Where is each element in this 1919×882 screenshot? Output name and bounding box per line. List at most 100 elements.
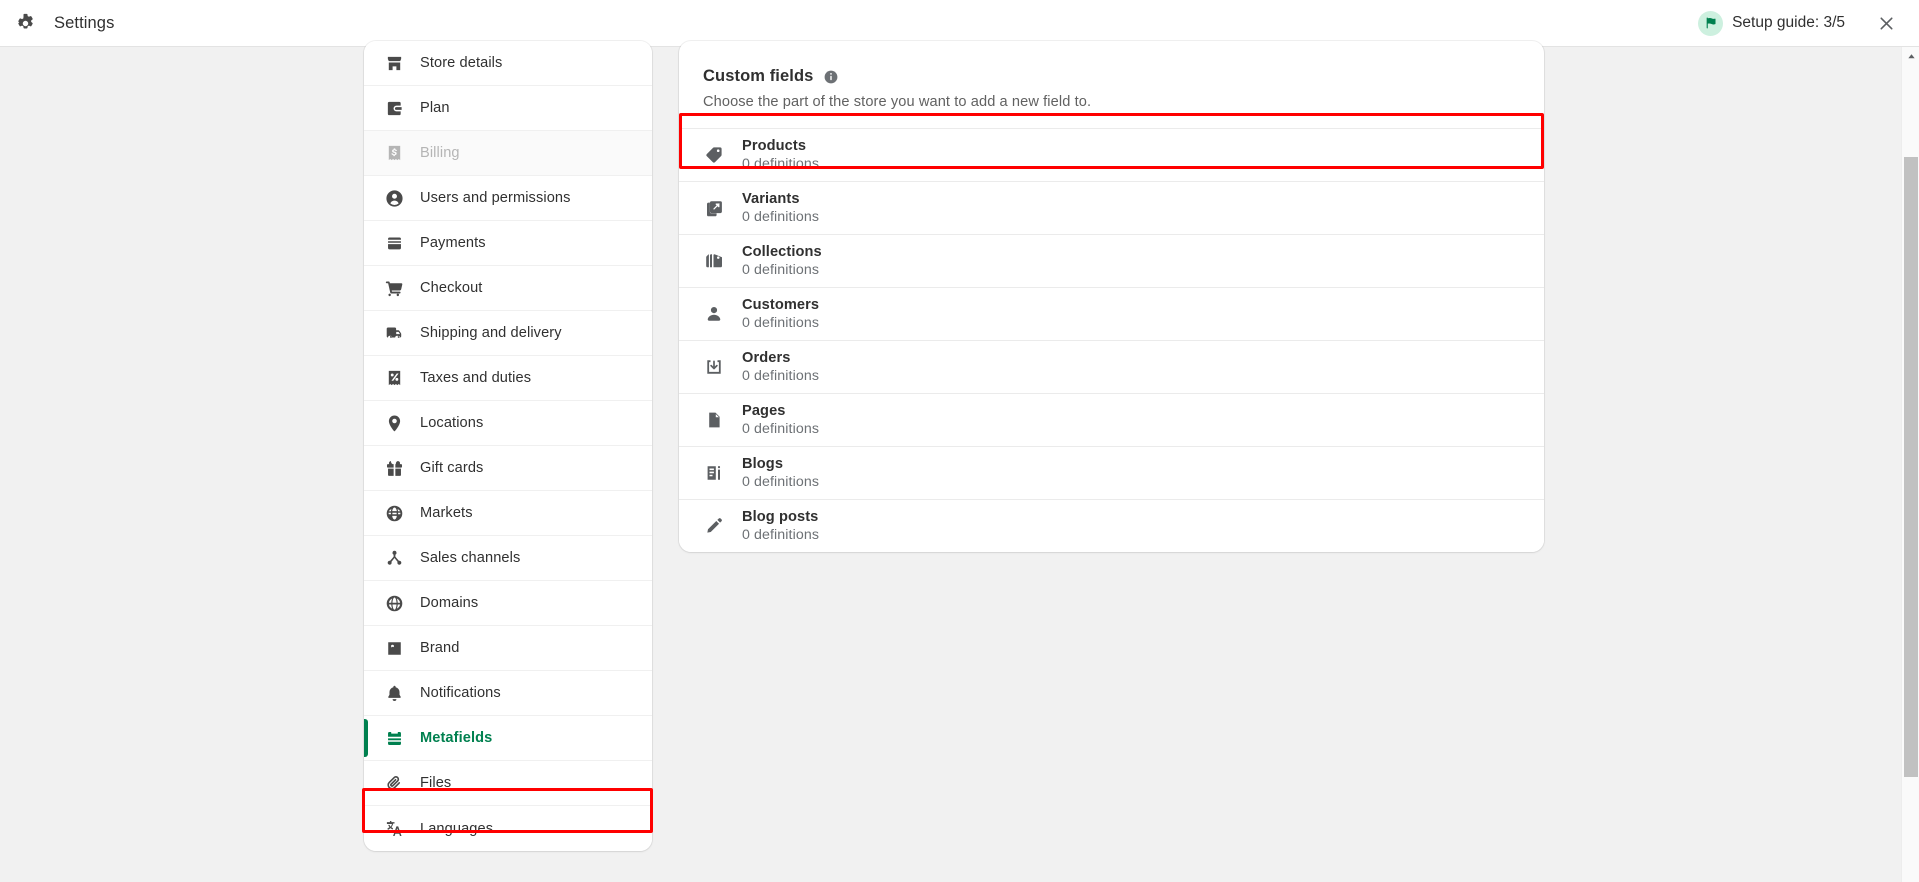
- globe-icon: [384, 593, 404, 613]
- scrollbar-thumb[interactable]: [1904, 157, 1918, 777]
- resource-name: Products: [742, 138, 807, 154]
- paperclip-icon: [384, 773, 404, 793]
- blog-posts-row[interactable]: Blog posts 0 definitions: [679, 499, 1544, 552]
- sidebar-item-label: Files: [420, 775, 452, 791]
- variants-icon: [703, 197, 725, 219]
- map-pin-icon: [384, 413, 404, 433]
- close-icon[interactable]: [1871, 8, 1901, 38]
- sidebar-item-payments[interactable]: Payments: [364, 221, 652, 266]
- resource-name: Blogs: [742, 456, 784, 472]
- sidebar-item-label: Plan: [420, 100, 450, 116]
- sidebar-item-label: Payments: [420, 235, 486, 251]
- sidebar-item-metafields[interactable]: Metafields: [364, 716, 652, 761]
- info-icon[interactable]: [822, 68, 839, 85]
- resource-text: Products 0 definitions: [742, 138, 819, 172]
- sidebar-item-label: Locations: [420, 415, 484, 431]
- sidebar-item-users-and-permissions[interactable]: Users and permissions: [364, 176, 652, 221]
- truck-icon: [384, 323, 404, 343]
- collections-icon: [703, 250, 725, 272]
- variants-row[interactable]: Variants 0 definitions: [679, 181, 1544, 234]
- sidebar-item-store-details[interactable]: Store details: [364, 41, 652, 86]
- resource-definition-count: 0 definitions: [742, 315, 820, 331]
- receipt-percent-icon: [384, 368, 404, 388]
- receipt-dollar-icon: [384, 143, 404, 163]
- sidebar-item-gift-cards[interactable]: Gift cards: [364, 446, 652, 491]
- sidebar-item-label: Shipping and delivery: [420, 325, 562, 341]
- sidebar-item-shipping-and-delivery[interactable]: Shipping and delivery: [364, 311, 652, 356]
- page-body: Store details Plan Billing Users and permis…: [0, 41, 1901, 882]
- sidebar-item-markets[interactable]: Markets: [364, 491, 652, 536]
- store-icon: [384, 53, 404, 73]
- sidebar-item-locations[interactable]: Locations: [364, 401, 652, 446]
- sidebar-item-files[interactable]: Files: [364, 761, 652, 806]
- resource-text: Variants 0 definitions: [742, 191, 819, 225]
- sidebar-item-label: Languages: [420, 820, 494, 837]
- gear-icon[interactable]: [14, 12, 36, 34]
- setup-guide-button[interactable]: Setup guide: 3/5: [1698, 10, 1845, 36]
- customers-row[interactable]: Customers 0 definitions: [679, 287, 1544, 340]
- orders-row[interactable]: Orders 0 definitions: [679, 340, 1544, 393]
- channels-icon: [384, 548, 404, 568]
- resource-text: Pages 0 definitions: [742, 403, 819, 437]
- sidebar-item-notifications[interactable]: Notifications: [364, 671, 652, 716]
- settings-sidebar: Store details Plan Billing Users and permis…: [364, 41, 652, 851]
- resource-definition-count: 0 definitions: [742, 262, 820, 278]
- image-icon: [384, 638, 404, 658]
- sidebar-item-label: Domains: [420, 595, 479, 611]
- person-circle-icon: [384, 188, 404, 208]
- resource-list: Products 0 definitions Variants 0 definitio…: [679, 128, 1544, 552]
- sidebar-item-plan[interactable]: Plan: [364, 86, 652, 131]
- sidebar-item-billing: Billing: [364, 131, 652, 176]
- blog-icon: [703, 462, 725, 484]
- products-row[interactable]: Products 0 definitions: [679, 128, 1544, 181]
- resource-definition-count: 0 definitions: [742, 421, 820, 437]
- tag-icon: [703, 144, 725, 166]
- sidebar-item-brand[interactable]: Brand: [364, 626, 652, 671]
- sidebar-item-taxes-and-duties[interactable]: Taxes and duties: [364, 356, 652, 401]
- orders-icon: [703, 356, 725, 378]
- person-icon: [703, 303, 725, 325]
- pencil-icon: [703, 515, 725, 537]
- top-bar: Settings Setup guide: 3/5: [0, 0, 1919, 47]
- metafields-icon: [384, 728, 404, 748]
- sidebar-item-label: Sales channels: [420, 550, 521, 566]
- card-title-row: Custom fields: [703, 67, 1520, 86]
- resource-definition-count: 0 definitions: [742, 209, 820, 225]
- blogs-row[interactable]: Blogs 0 definitions: [679, 446, 1544, 499]
- resource-text: Collections 0 definitions: [742, 244, 822, 278]
- page-icon: [703, 409, 725, 431]
- globe-target-icon: [384, 503, 404, 523]
- resource-name: Collections: [742, 244, 822, 260]
- page-title: Custom fields: [703, 67, 814, 85]
- sidebar-item-label: Gift cards: [420, 460, 484, 476]
- sidebar-item-checkout[interactable]: Checkout: [364, 266, 652, 311]
- collections-row[interactable]: Collections 0 definitions: [679, 234, 1544, 287]
- card-header: Custom fields Choose the part of the sto…: [679, 41, 1544, 128]
- page-scrollbar[interactable]: [1901, 47, 1919, 882]
- resource-name: Blog posts: [742, 509, 819, 525]
- resource-name: Pages: [742, 403, 786, 419]
- bell-icon: [384, 683, 404, 703]
- resource-definition-count: 0 definitions: [742, 527, 820, 543]
- top-bar-left: Settings: [14, 12, 114, 34]
- cart-icon: [384, 278, 404, 298]
- wallet-icon: [384, 98, 404, 118]
- resource-definition-count: 0 definitions: [742, 474, 820, 490]
- setup-guide-label: Setup guide: 3/5: [1732, 14, 1845, 31]
- resource-text: Customers 0 definitions: [742, 297, 819, 331]
- resource-text: Blogs 0 definitions: [742, 456, 819, 490]
- sidebar-item-label: Billing: [420, 145, 460, 161]
- custom-fields-card: Custom fields Choose the part of the sto…: [679, 41, 1544, 552]
- sidebar-item-domains[interactable]: Domains: [364, 581, 652, 626]
- caret-up-icon[interactable]: [1902, 47, 1919, 65]
- flag-icon: [1698, 10, 1724, 36]
- gift-icon: [384, 458, 404, 478]
- sidebar-item-label: Store details: [420, 55, 503, 71]
- sidebar-item-label: Checkout: [420, 280, 483, 296]
- pages-row[interactable]: Pages 0 definitions: [679, 393, 1544, 446]
- resource-definition-count: 0 definitions: [742, 368, 820, 384]
- resource-name: Orders: [742, 350, 791, 366]
- sidebar-item-languages[interactable]: Languages: [364, 806, 652, 851]
- sidebar-item-label: Notifications: [420, 685, 501, 701]
- sidebar-item-sales-channels[interactable]: Sales channels: [364, 536, 652, 581]
